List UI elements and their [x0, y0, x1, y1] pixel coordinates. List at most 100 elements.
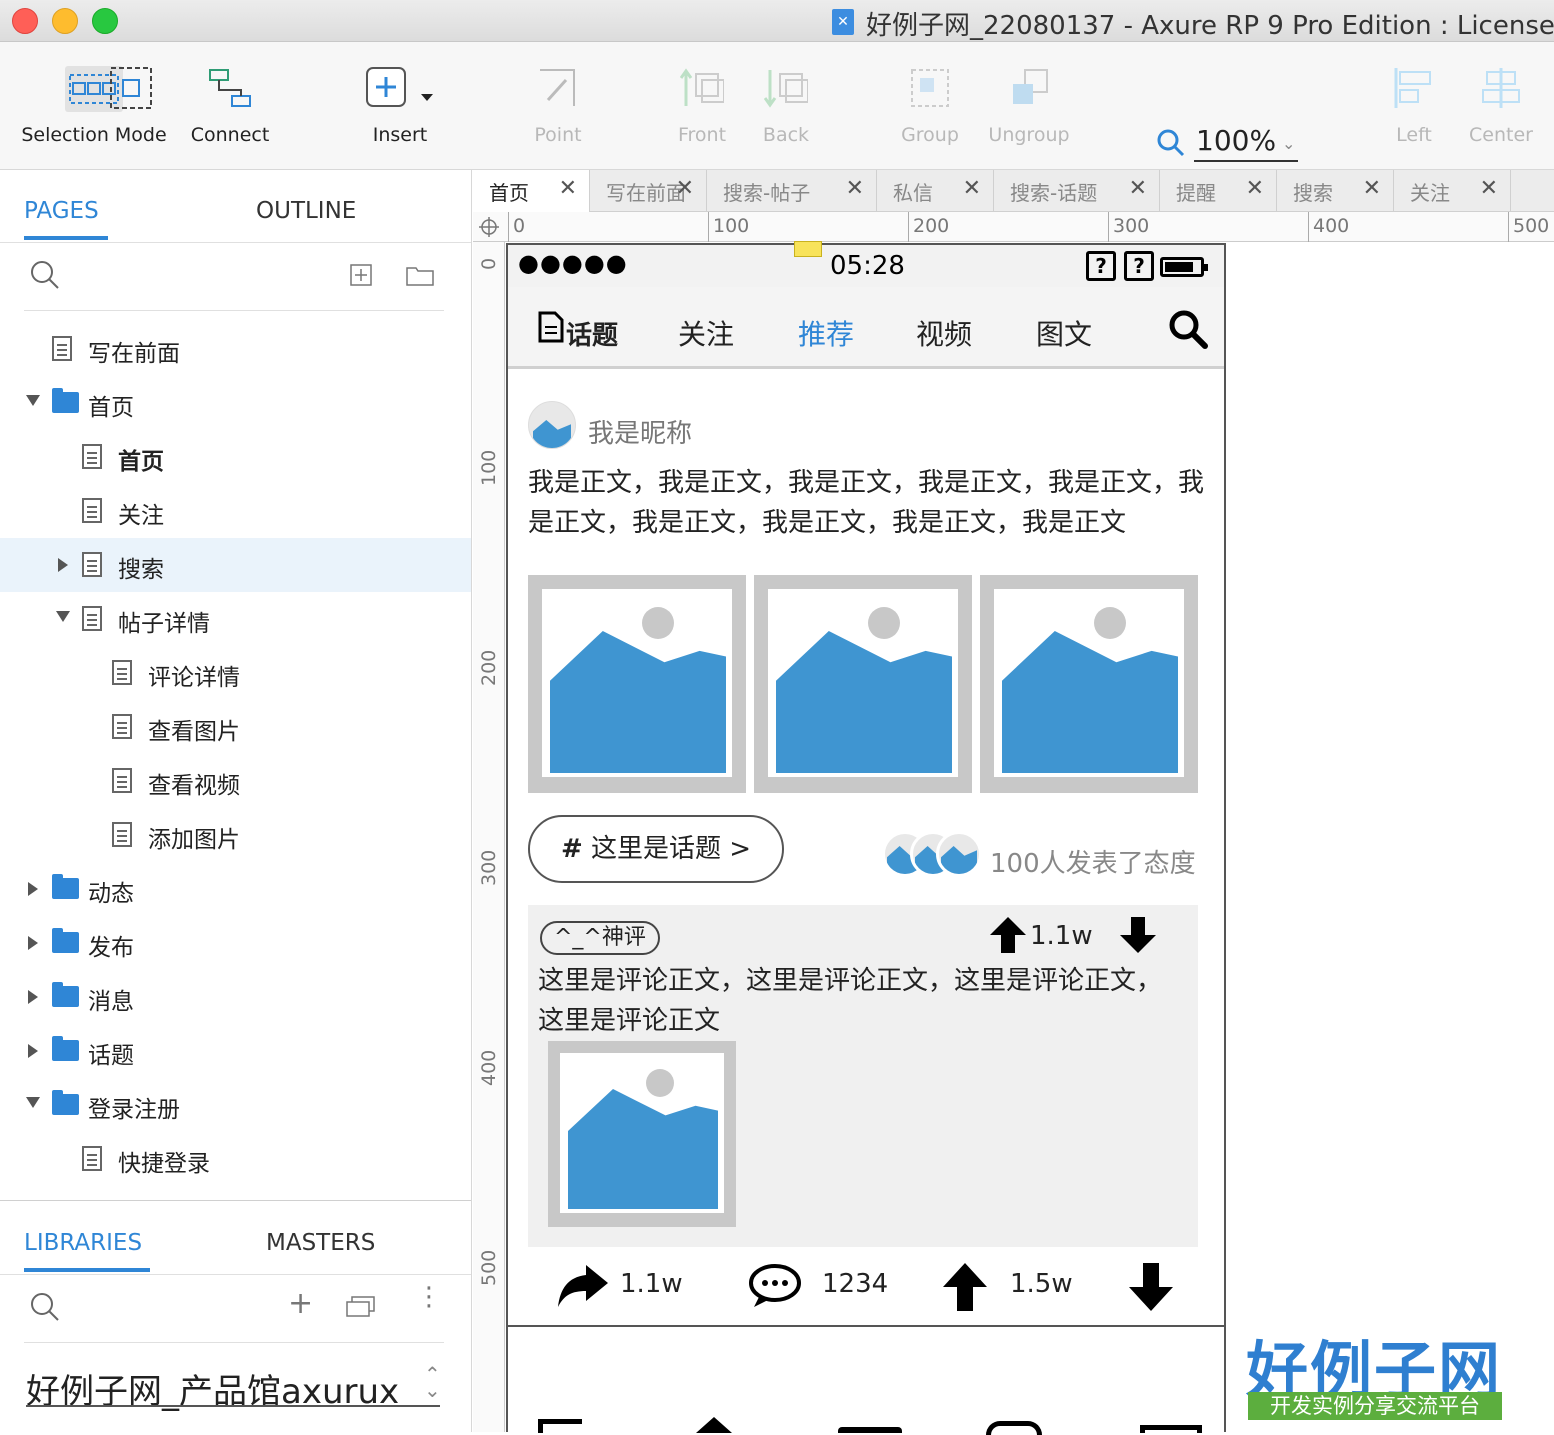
- folder-icon: [52, 874, 79, 899]
- image-placeholder[interactable]: [528, 575, 746, 793]
- back-button[interactable]: Back: [746, 42, 826, 170]
- editor-tab[interactable]: 关注 ✕: [1394, 170, 1511, 212]
- page-tree-item[interactable]: 添加图片: [0, 808, 471, 862]
- design-canvas[interactable]: ●●●●● 05:28 ? ? 话题 关注 推荐 视频 图文 我是昵称 我是正文…: [506, 241, 1554, 1435]
- close-window-button[interactable]: [12, 8, 38, 34]
- page-tree-item[interactable]: 搜索: [0, 538, 471, 592]
- editor-tab-label: 首页: [489, 181, 529, 205]
- close-tab-icon[interactable]: ✕: [1363, 176, 1381, 201]
- caret-right-icon[interactable]: [58, 558, 68, 572]
- hot-comment[interactable]: ^_^神评 1.1w 这里是评论正文，这里是评论正文，这里是评论正文，这里是评论…: [528, 905, 1198, 1247]
- caret-down-icon[interactable]: [56, 611, 70, 622]
- page-tree-label: 登录注册: [88, 1097, 180, 1123]
- image-placeholder[interactable]: [754, 575, 972, 793]
- discover-icon[interactable]: [696, 1417, 732, 1433]
- editor-tab[interactable]: 搜索 ✕: [1277, 170, 1394, 212]
- tab-pages[interactable]: PAGES: [24, 198, 99, 224]
- close-tab-icon[interactable]: ✕: [963, 176, 981, 201]
- caret-right-icon[interactable]: [28, 1044, 38, 1058]
- zoom-select[interactable]: 100%: [1196, 124, 1276, 157]
- close-tab-icon[interactable]: ✕: [1246, 176, 1264, 201]
- close-tab-icon[interactable]: ✕: [846, 176, 864, 201]
- minimize-window-button[interactable]: [52, 8, 78, 34]
- page-tree-item[interactable]: 关注: [0, 484, 471, 538]
- insert-button[interactable]: Insert: [350, 42, 450, 170]
- page-tree-item[interactable]: 帖子详情: [0, 592, 471, 646]
- tab-libraries[interactable]: LIBRARIES: [24, 1230, 142, 1256]
- front-button[interactable]: Front: [662, 42, 742, 170]
- bring-front-icon: [680, 68, 724, 106]
- home-icon[interactable]: [538, 1419, 582, 1433]
- maximize-window-button[interactable]: [92, 8, 118, 34]
- nav-topic[interactable]: 话题: [566, 315, 618, 352]
- search-icon[interactable]: [1168, 309, 1208, 349]
- page-tree-item[interactable]: 评论详情: [0, 646, 471, 700]
- library-copy-icon[interactable]: [346, 1294, 376, 1318]
- tab-masters[interactable]: MASTERS: [266, 1230, 375, 1256]
- ruler-label: 100: [713, 215, 750, 237]
- arrow-down-icon[interactable]: [1126, 1261, 1176, 1313]
- add-folder-icon[interactable]: [406, 264, 434, 286]
- nav-follow[interactable]: 关注: [678, 313, 734, 353]
- point-button[interactable]: Point: [518, 42, 598, 170]
- add-library-icon[interactable]: +: [288, 1286, 313, 1321]
- editor-tab[interactable]: 私信 ✕: [877, 170, 994, 212]
- close-tab-icon[interactable]: ✕: [676, 176, 694, 201]
- nav-recommend[interactable]: 推荐: [798, 313, 854, 353]
- page-icon: [82, 444, 102, 469]
- arrow-up-icon[interactable]: [986, 915, 1030, 955]
- close-tab-icon[interactable]: ✕: [1129, 176, 1147, 201]
- attitude-count[interactable]: 100人发表了态度: [990, 843, 1196, 880]
- page-tree-item[interactable]: 消息: [0, 970, 471, 1024]
- topic-button[interactable]: # 这里是话题 >: [528, 815, 784, 883]
- page-tree-item[interactable]: 话题: [0, 1024, 471, 1078]
- caret-right-icon[interactable]: [28, 936, 38, 950]
- align-center-button[interactable]: Center: [1466, 42, 1536, 170]
- page-tree-item[interactable]: 首页: [0, 430, 471, 484]
- arrow-down-icon[interactable]: [1116, 915, 1160, 955]
- avatar[interactable]: [528, 401, 576, 449]
- editor-tab-label: 提醒: [1176, 181, 1216, 205]
- caret-down-icon[interactable]: [26, 1097, 40, 1108]
- note-marker-icon[interactable]: [794, 241, 822, 257]
- share-icon[interactable]: [554, 1261, 610, 1311]
- tab-outline[interactable]: OUTLINE: [256, 198, 356, 224]
- close-tab-icon[interactable]: ✕: [559, 176, 577, 201]
- page-tree-item[interactable]: 发布: [0, 916, 471, 970]
- image-placeholder[interactable]: [980, 575, 1198, 793]
- page-tree-item[interactable]: 首页: [0, 376, 471, 430]
- library-search-icon[interactable]: [30, 1292, 60, 1322]
- ungroup-button[interactable]: Ungroup: [984, 42, 1074, 170]
- caret-right-icon[interactable]: [28, 990, 38, 1004]
- publish-icon[interactable]: [838, 1427, 902, 1433]
- arrow-up-icon[interactable]: [940, 1261, 990, 1313]
- page-tree-item[interactable]: 查看视频: [0, 754, 471, 808]
- close-tab-icon[interactable]: ✕: [1480, 176, 1498, 201]
- page-tree-item[interactable]: 动态: [0, 862, 471, 916]
- editor-tab[interactable]: 首页 ✕: [473, 170, 590, 212]
- editor-tab[interactable]: 搜索-话题 ✕: [994, 170, 1160, 212]
- page-tree-item[interactable]: 查看图片: [0, 700, 471, 754]
- add-page-icon[interactable]: [350, 264, 372, 286]
- nickname[interactable]: 我是昵称: [588, 413, 692, 450]
- comment-icon[interactable]: [748, 1263, 802, 1309]
- editor-tab[interactable]: 搜索-帖子 ✕: [707, 170, 877, 212]
- caret-right-icon[interactable]: [28, 882, 38, 896]
- align-left-button[interactable]: Left: [1384, 42, 1444, 170]
- nav-graphic[interactable]: 图文: [1036, 313, 1092, 353]
- page-tree-item[interactable]: 登录注册: [0, 1078, 471, 1132]
- more-options-icon[interactable]: ⋮: [416, 1284, 442, 1310]
- message-icon[interactable]: [986, 1421, 1042, 1435]
- nav-video[interactable]: 视频: [916, 313, 972, 353]
- caret-down-icon[interactable]: [26, 395, 40, 406]
- editor-tab[interactable]: 提醒 ✕: [1160, 170, 1277, 212]
- selection-mode-alt-button[interactable]: [106, 42, 156, 170]
- page-tree-item[interactable]: 快捷登录: [0, 1132, 471, 1186]
- page-tree-label: 发布: [88, 935, 134, 961]
- connect-button[interactable]: Connect: [180, 42, 280, 170]
- search-icon[interactable]: [30, 260, 60, 290]
- editor-tab[interactable]: 写在前面 ✕: [590, 170, 707, 212]
- page-tree-item[interactable]: 写在前面: [0, 322, 471, 376]
- comment-image-placeholder[interactable]: [548, 1041, 736, 1227]
- group-button[interactable]: Group: [890, 42, 970, 170]
